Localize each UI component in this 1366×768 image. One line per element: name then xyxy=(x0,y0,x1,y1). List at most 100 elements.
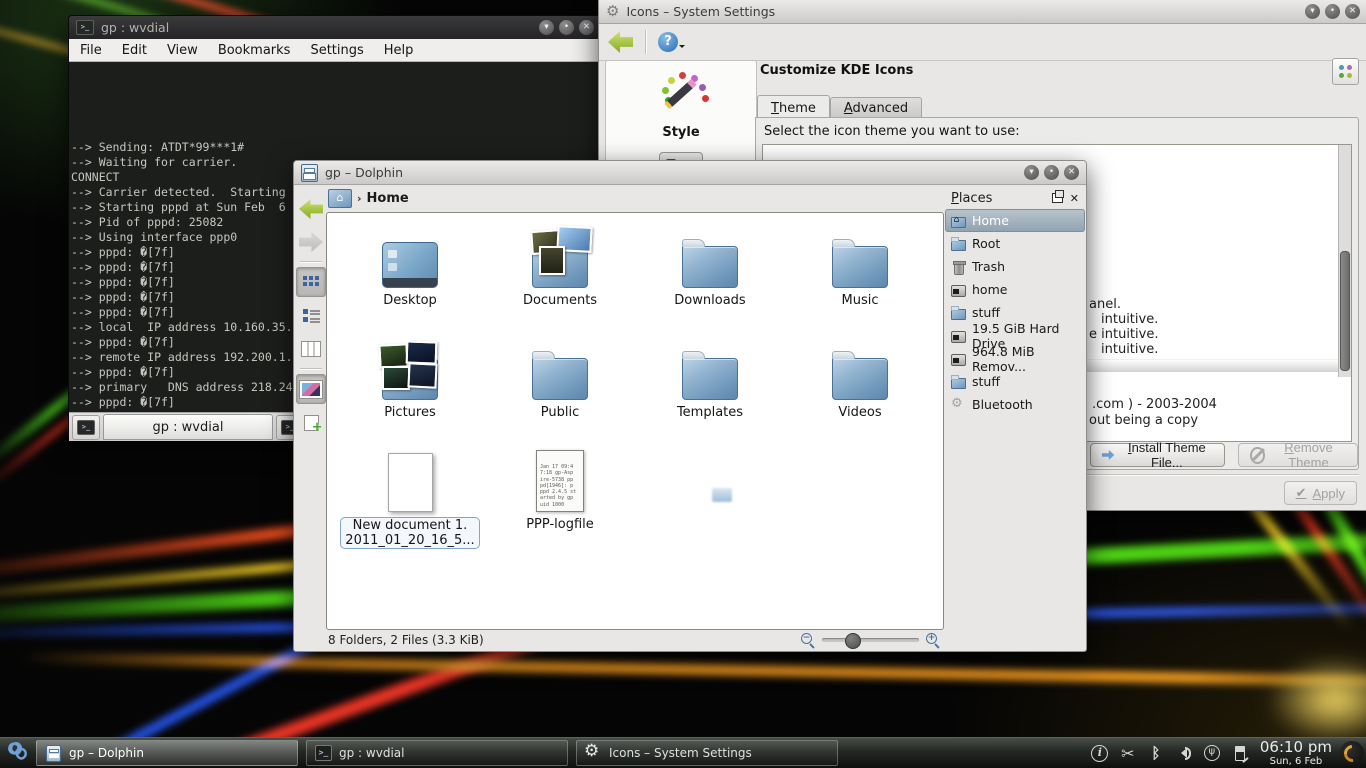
details-view-button[interactable] xyxy=(297,302,325,330)
stray-file-icon xyxy=(712,488,732,502)
help-button[interactable]: ? xyxy=(658,32,685,52)
theme-description-line: .com ) - 2003-2004 xyxy=(1089,397,1217,413)
float-panel-icon[interactable] xyxy=(1052,193,1063,203)
breadcrumb-home[interactable]: Home xyxy=(367,191,409,206)
file-icon xyxy=(335,336,485,400)
task-label: gp : wvdial xyxy=(339,746,404,760)
usb-device-tray-icon[interactable] xyxy=(1200,742,1224,764)
file-pictures[interactable]: Pictures xyxy=(335,336,485,448)
battery-tray-icon[interactable] xyxy=(1228,742,1252,764)
maximize-button[interactable] xyxy=(1325,4,1340,19)
file-desktop[interactable]: Desktop xyxy=(335,224,485,336)
places-item-bluetooth[interactable]: Bluetooth xyxy=(945,393,1085,416)
split-view-button[interactable] xyxy=(297,409,325,437)
file-ppp-logfile[interactable]: Jan 17 09:4 7:18 gp-Asp ire-5738 pp pd[1… xyxy=(485,448,635,560)
task-system-settings[interactable]: Icons – System Settings xyxy=(576,740,838,766)
overview-button[interactable] xyxy=(1332,58,1359,85)
close-button[interactable] xyxy=(1345,4,1360,19)
close-button[interactable] xyxy=(1064,165,1079,180)
zoom-out-icon[interactable] xyxy=(801,633,815,647)
maximize-button[interactable] xyxy=(559,20,574,35)
place-label: home xyxy=(972,282,1007,297)
file-label: Downloads xyxy=(674,293,745,308)
task-konsole[interactable]: gp : wvdial xyxy=(306,740,568,766)
apply-button[interactable]: ✔ Apply xyxy=(1284,481,1357,505)
maximize-button[interactable] xyxy=(1044,165,1059,180)
style-category-icon[interactable] xyxy=(657,71,705,117)
home-folder-icon[interactable] xyxy=(328,189,352,208)
minimize-button[interactable] xyxy=(539,20,554,35)
remove-theme-label: Remove Theme xyxy=(1271,440,1346,470)
menu-item[interactable]: File xyxy=(80,43,102,58)
scissors-tray-icon[interactable] xyxy=(1116,742,1140,764)
preview-toggle-button[interactable] xyxy=(296,374,326,404)
konsole-menubar: File Edit View Bookmarks Settings Help xyxy=(69,39,601,62)
konsole-tab[interactable]: gp : wvdial xyxy=(103,414,273,440)
system-settings-titlebar[interactable]: ⚙ Icons – System Settings xyxy=(599,0,1366,24)
file-icon xyxy=(335,224,485,288)
file-public[interactable]: Public xyxy=(485,336,635,448)
clock[interactable]: 06:10 pm Sun, 6 Feb xyxy=(1260,739,1332,767)
application-launcher-button[interactable] xyxy=(0,738,32,768)
place-icon xyxy=(950,282,966,298)
sidebar-item-style[interactable]: Style xyxy=(606,125,756,140)
menu-item[interactable]: Settings xyxy=(310,43,363,58)
system-settings-title: Icons – System Settings xyxy=(626,4,775,19)
places-item-root[interactable]: Root xyxy=(945,232,1085,255)
file-documents[interactable]: Documents xyxy=(485,224,635,336)
minimize-button[interactable] xyxy=(1305,4,1320,19)
places-item-removable-media[interactable]: 964.8 MiB Remov... xyxy=(945,347,1085,370)
remove-theme-button[interactable]: Remove Theme xyxy=(1238,443,1358,467)
file-videos[interactable]: Videos xyxy=(785,336,935,448)
bluetooth-tray-icon[interactable] xyxy=(1144,742,1168,764)
file-music[interactable]: Music xyxy=(785,224,935,336)
zoom-slider[interactable] xyxy=(822,638,919,642)
new-tab-button[interactable] xyxy=(72,415,100,440)
info-tray-icon[interactable] xyxy=(1088,742,1112,764)
menu-item[interactable]: Help xyxy=(384,43,414,58)
apply-label: Apply xyxy=(1312,486,1345,501)
toolbar-separator xyxy=(645,30,646,54)
menu-item[interactable]: Edit xyxy=(122,43,147,58)
dolphin-titlebar[interactable]: gp – Dolphin xyxy=(294,161,1086,185)
zoom-slider-handle[interactable] xyxy=(845,633,861,649)
close-button[interactable] xyxy=(579,20,594,35)
zoom-in-icon[interactable] xyxy=(926,633,940,647)
places-item-home-partition[interactable]: home xyxy=(945,278,1085,301)
forward-button[interactable] xyxy=(297,228,325,256)
file-new-document[interactable]: New document 1.2011_01_20_16_5... xyxy=(335,448,485,560)
dolphin-window-icon xyxy=(301,164,318,182)
back-arrow-icon[interactable] xyxy=(608,31,633,53)
konsole-title: gp : wvdial xyxy=(101,20,169,35)
list-scrollbar[interactable] xyxy=(1338,145,1351,377)
task-icon xyxy=(314,744,332,762)
icons-view-icon xyxy=(303,276,320,289)
minimize-button[interactable] xyxy=(1024,165,1039,180)
dolphin-window: gp – Dolphin › Home xyxy=(293,160,1087,652)
task-icon xyxy=(44,744,62,762)
menu-item[interactable]: Bookmarks xyxy=(218,43,291,58)
columns-view-button[interactable] xyxy=(297,335,325,363)
icons-view-button[interactable] xyxy=(296,267,326,297)
scrollbar-thumb[interactable] xyxy=(1340,251,1350,371)
task-dolphin[interactable]: gp – Dolphin xyxy=(36,740,298,766)
place-icon xyxy=(950,305,966,321)
import-icon xyxy=(1102,450,1114,460)
file-grid: Desktop Documents xyxy=(327,213,943,560)
back-button[interactable] xyxy=(297,195,325,223)
panel-toolbox-cashew[interactable] xyxy=(1340,741,1364,765)
menu-item[interactable]: View xyxy=(167,43,198,58)
file-label: Templates xyxy=(677,405,743,420)
preview-icon xyxy=(300,381,322,398)
file-icon xyxy=(635,336,785,400)
places-item-home[interactable]: Home xyxy=(945,209,1085,232)
places-item-trash[interactable]: Trash xyxy=(945,255,1085,278)
konsole-titlebar[interactable]: gp : wvdial xyxy=(69,16,601,39)
file-downloads[interactable]: Downloads xyxy=(635,224,785,336)
install-theme-button[interactable]: Install Theme File... xyxy=(1090,443,1225,467)
file-templates[interactable]: Templates xyxy=(635,336,785,448)
theme-description-line: out being a copy xyxy=(1089,413,1217,429)
volume-tray-icon[interactable] xyxy=(1172,742,1196,764)
folder-view[interactable]: Desktop Documents xyxy=(326,212,944,630)
close-panel-icon[interactable]: ✕ xyxy=(1070,193,1079,204)
